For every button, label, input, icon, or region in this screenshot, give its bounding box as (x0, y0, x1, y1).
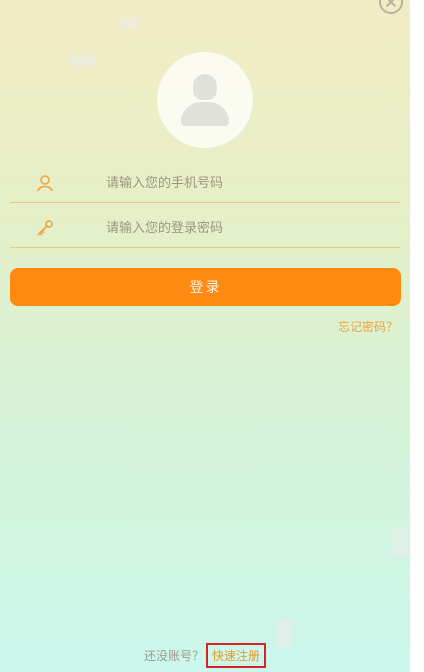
key-icon (37, 220, 53, 236)
right-margin (410, 0, 424, 672)
no-account-text: 还没账号？ (143, 649, 204, 663)
watermark-blob (392, 528, 408, 558)
quick-register-link[interactable]: 快速注册 (206, 643, 267, 668)
login-screen: 登录 忘记密码？ 还没账号？快速注册 (0, 0, 410, 672)
avatar-head (193, 74, 217, 100)
watermark-blob (70, 55, 96, 67)
close-icon[interactable] (379, 0, 403, 14)
watermark-blob (120, 18, 140, 28)
phone-input[interactable] (106, 169, 386, 197)
user-avatar-icon (157, 52, 253, 148)
password-row (10, 208, 400, 248)
register-prompt: 还没账号？ 快速注册 (0, 643, 410, 668)
user-icon (37, 175, 53, 192)
login-button[interactable]: 登录 (10, 268, 401, 306)
avatar-body (181, 102, 229, 126)
phone-row (10, 163, 400, 203)
password-input[interactable] (106, 214, 386, 242)
forgot-password-link[interactable]: 忘记密码？ (338, 318, 398, 335)
